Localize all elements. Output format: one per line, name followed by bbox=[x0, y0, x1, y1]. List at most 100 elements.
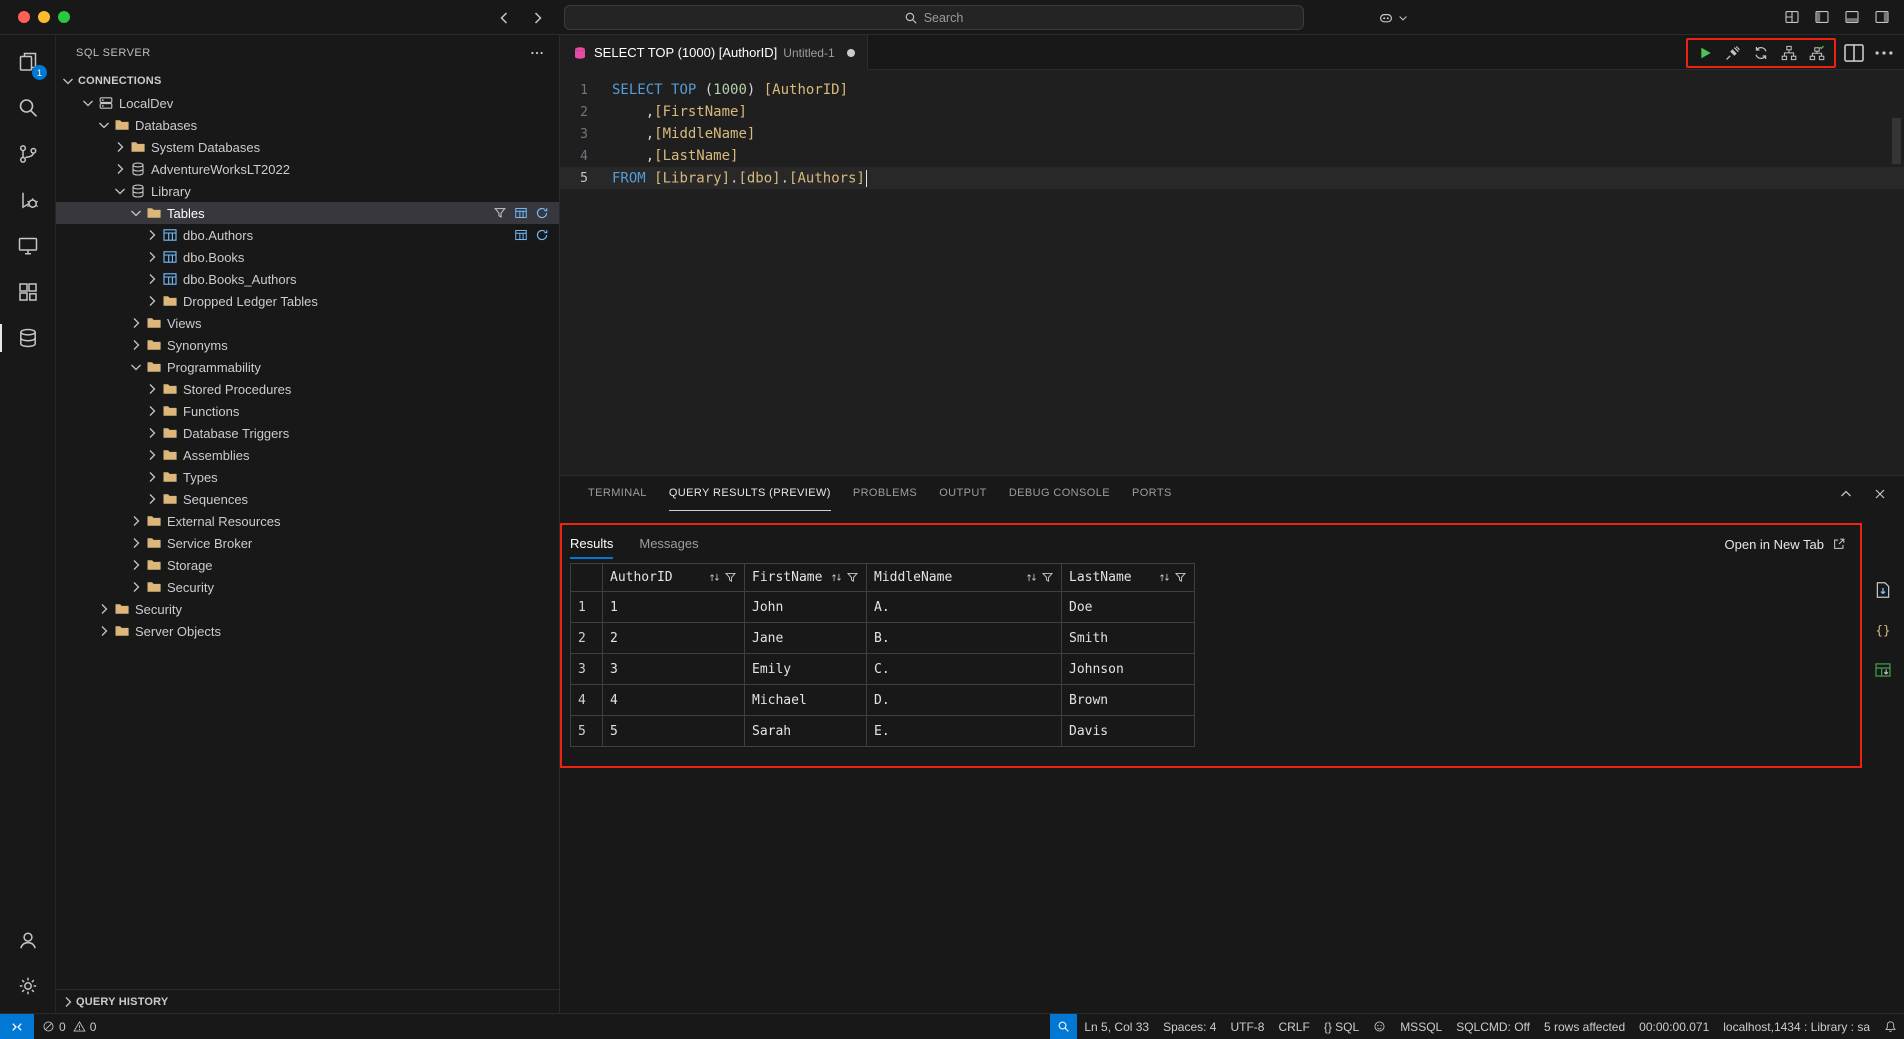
status-notifications[interactable] bbox=[1877, 1014, 1904, 1039]
enable-actual-plan-button[interactable] bbox=[1805, 41, 1829, 65]
chevron-right-icon[interactable] bbox=[128, 337, 144, 353]
filter-icon[interactable] bbox=[724, 571, 737, 584]
modified-dot-icon[interactable] bbox=[847, 49, 855, 57]
status-language-mode[interactable]: {} SQL bbox=[1317, 1014, 1366, 1039]
chevron-right-icon[interactable] bbox=[144, 469, 160, 485]
status-rows-affected[interactable]: 5 rows affected bbox=[1537, 1014, 1632, 1039]
tree-item-dbo-authors[interactable]: dbo.Authors bbox=[56, 224, 559, 246]
panel-tab-query-results-preview[interactable]: QUERY RESULTS (PREVIEW) bbox=[669, 476, 831, 511]
close-window-button[interactable] bbox=[18, 11, 30, 23]
navigate-back-icon[interactable] bbox=[496, 10, 512, 26]
chevron-right-icon[interactable] bbox=[128, 513, 144, 529]
row-number-cell[interactable]: 1 bbox=[571, 592, 603, 623]
tree-item-server-objects[interactable]: Server Objects bbox=[56, 620, 559, 642]
grid-cell[interactable]: C. bbox=[867, 654, 1062, 685]
tree-item-views[interactable]: Views bbox=[56, 312, 559, 334]
row-number-cell[interactable]: 3 bbox=[571, 654, 603, 685]
row-number-cell[interactable]: 2 bbox=[571, 623, 603, 654]
grid-cell[interactable]: B. bbox=[867, 623, 1062, 654]
tree-item-functions[interactable]: Functions bbox=[56, 400, 559, 422]
results-tab-messages[interactable]: Messages bbox=[639, 529, 698, 559]
tree-item-sequences[interactable]: Sequences bbox=[56, 488, 559, 510]
panel-tab-ports[interactable]: PORTS bbox=[1132, 476, 1172, 511]
grid-cell[interactable]: Emily bbox=[745, 654, 867, 685]
panel-tab-problems[interactable]: PROBLEMS bbox=[853, 476, 917, 511]
query-history-section[interactable]: QUERY HISTORY bbox=[56, 989, 559, 1013]
chevron-down-icon[interactable] bbox=[96, 117, 112, 133]
column-header-firstname[interactable]: FirstName bbox=[745, 564, 867, 592]
activity-bar-settings[interactable] bbox=[0, 963, 55, 1009]
column-header-authorid[interactable]: AuthorID bbox=[603, 564, 745, 592]
chevron-right-icon[interactable] bbox=[128, 535, 144, 551]
estimated-plan-button[interactable] bbox=[1777, 41, 1801, 65]
status-zoom-indicator[interactable] bbox=[1050, 1014, 1077, 1039]
status-query-duration[interactable]: 00:00:00.071 bbox=[1632, 1014, 1716, 1039]
chevron-down-icon[interactable] bbox=[112, 183, 128, 199]
refresh-icon[interactable] bbox=[535, 228, 549, 242]
filter-icon[interactable] bbox=[846, 571, 859, 584]
tree-item-security[interactable]: Security bbox=[56, 576, 559, 598]
activity-bar-search[interactable] bbox=[0, 85, 55, 131]
tree-item-system-databases[interactable]: System Databases bbox=[56, 136, 559, 158]
tree-item-programmability[interactable]: Programmability bbox=[56, 356, 559, 378]
tree-item-dropped-ledger-tables[interactable]: Dropped Ledger Tables bbox=[56, 290, 559, 312]
save-as-json-button[interactable]: {} bbox=[1872, 619, 1894, 641]
status-cursor-position[interactable]: Ln 5, Col 33 bbox=[1077, 1014, 1156, 1039]
more-actions-icon[interactable] bbox=[529, 45, 545, 61]
tree-item-synonyms[interactable]: Synonyms bbox=[56, 334, 559, 356]
problems-indicator[interactable]: 0 0 bbox=[34, 1014, 104, 1039]
remote-indicator[interactable] bbox=[0, 1014, 34, 1039]
column-header-middlename[interactable]: MiddleName bbox=[867, 564, 1062, 592]
grid-cell[interactable]: Johnson bbox=[1062, 654, 1195, 685]
grid-cell[interactable]: Smith bbox=[1062, 623, 1195, 654]
chevron-down-icon[interactable] bbox=[128, 359, 144, 375]
tree-item-stored-procedures[interactable]: Stored Procedures bbox=[56, 378, 559, 400]
sort-icon[interactable] bbox=[830, 571, 843, 584]
tree-item-external-resources[interactable]: External Resources bbox=[56, 510, 559, 532]
sort-icon[interactable] bbox=[1158, 571, 1171, 584]
code-line[interactable]: 4 ,[LastName] bbox=[560, 145, 1904, 167]
save-as-excel-button[interactable] bbox=[1872, 659, 1894, 681]
grid-cell[interactable]: 5 bbox=[603, 716, 745, 747]
split-editor-icon[interactable] bbox=[1842, 41, 1866, 65]
code-editor[interactable]: 1SELECT TOP (1000) [AuthorID]2 ,[FirstNa… bbox=[560, 70, 1904, 475]
panel-tab-output[interactable]: OUTPUT bbox=[939, 476, 987, 511]
tree-item-localdev[interactable]: LocalDev bbox=[56, 92, 559, 114]
grid-cell[interactable]: Jane bbox=[745, 623, 867, 654]
filter-icon[interactable] bbox=[1174, 571, 1187, 584]
grid-cell[interactable]: E. bbox=[867, 716, 1062, 747]
navigate-forward-icon[interactable] bbox=[530, 10, 546, 26]
filter-icon[interactable] bbox=[1041, 571, 1054, 584]
toggle-secondary-sidebar-icon[interactable] bbox=[1874, 9, 1890, 25]
chevron-right-icon[interactable] bbox=[128, 315, 144, 331]
tree-item-security[interactable]: Security bbox=[56, 598, 559, 620]
row-number-cell[interactable]: 4 bbox=[571, 685, 603, 716]
activity-bar-run-and-debug[interactable] bbox=[0, 177, 55, 223]
grid-cell[interactable]: Sarah bbox=[745, 716, 867, 747]
filter-icon[interactable] bbox=[493, 206, 507, 220]
grid-cell[interactable]: John bbox=[745, 592, 867, 623]
results-tab-results[interactable]: Results bbox=[570, 529, 613, 559]
sort-icon[interactable] bbox=[708, 571, 721, 584]
chevron-right-icon[interactable] bbox=[144, 293, 160, 309]
chevron-right-icon[interactable] bbox=[128, 557, 144, 573]
grid-cell[interactable]: Michael bbox=[745, 685, 867, 716]
activity-bar-source-control[interactable] bbox=[0, 131, 55, 177]
tree-item-dbo-books[interactable]: dbo.Books bbox=[56, 246, 559, 268]
chevron-down-icon[interactable] bbox=[80, 95, 96, 111]
chevron-right-icon[interactable] bbox=[144, 249, 160, 265]
grid-cell[interactable]: D. bbox=[867, 685, 1062, 716]
activity-bar-sql-server[interactable] bbox=[0, 315, 55, 361]
chevron-right-icon[interactable] bbox=[144, 447, 160, 463]
tree-item-types[interactable]: Types bbox=[56, 466, 559, 488]
grid-cell[interactable]: A. bbox=[867, 592, 1062, 623]
chevron-right-icon[interactable] bbox=[128, 579, 144, 595]
chevron-right-icon[interactable] bbox=[96, 601, 112, 617]
chevron-down-icon[interactable] bbox=[128, 205, 144, 221]
row-number-cell[interactable]: 5 bbox=[571, 716, 603, 747]
editor-tab[interactable]: SELECT TOP (1000) [AuthorID] Untitled-1 bbox=[560, 35, 868, 70]
table-icon[interactable] bbox=[514, 206, 528, 220]
tree-item-library[interactable]: Library bbox=[56, 180, 559, 202]
activity-bar-remote-explorer[interactable] bbox=[0, 223, 55, 269]
customize-layout-icon[interactable] bbox=[1784, 9, 1800, 25]
